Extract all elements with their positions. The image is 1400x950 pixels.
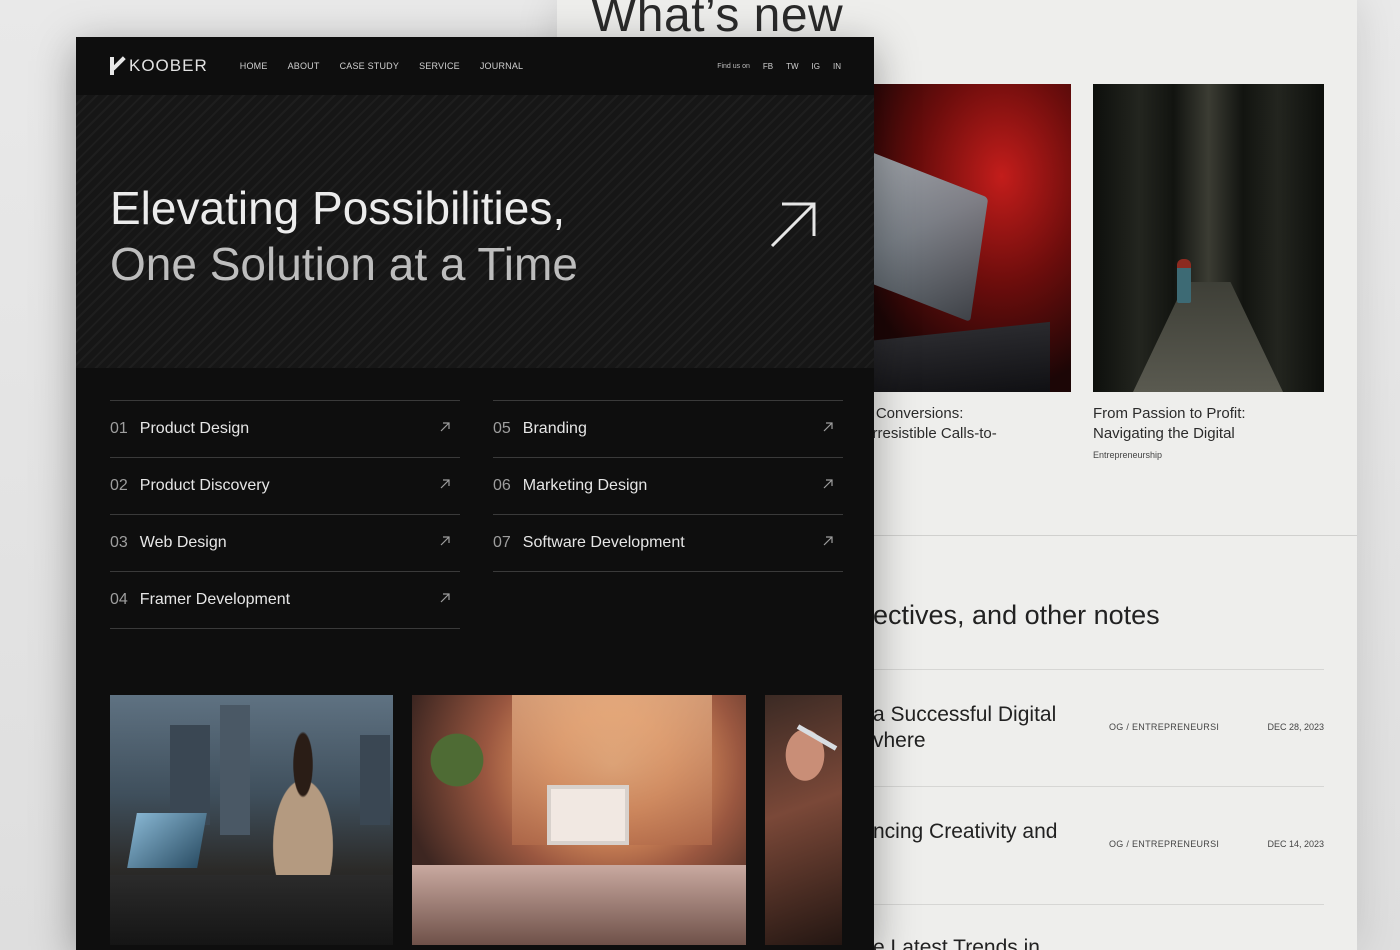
- find-us-label: Find us on: [717, 62, 750, 70]
- koober-logo-icon: [109, 57, 127, 75]
- arrow-up-right-icon: [440, 479, 450, 489]
- divider: [493, 571, 843, 572]
- blog-card-title[interactable]: From Passion to Profit: Navigating the D…: [1093, 404, 1324, 444]
- blog-card-image[interactable]: [1093, 84, 1324, 392]
- blog-card-title[interactable]: ks to Conversions: ting Irresistible Cal…: [840, 404, 1071, 444]
- nav-case-study[interactable]: CASE STUDY: [340, 61, 400, 71]
- arrow-up-right-icon: [440, 536, 450, 546]
- agency-homepage-preview: KOOBER HOME ABOUT CASE STUDY SERVICE JOU…: [76, 37, 874, 950]
- blog-card-category: ng: [840, 450, 1071, 460]
- gallery-image-office-woman[interactable]: [110, 695, 393, 945]
- service-item[interactable]: 07 Software Development: [493, 514, 843, 571]
- nav-about[interactable]: ABOUT: [288, 61, 320, 71]
- nav-home[interactable]: HOME: [240, 61, 268, 71]
- note-title[interactable]: e Latest Trends in: [873, 935, 1040, 950]
- service-item[interactable]: 02 Product Discovery: [110, 457, 460, 514]
- gallery-image-workspace-desk[interactable]: [412, 695, 746, 945]
- note-title[interactable]: a Successful Digital vhere: [873, 702, 1056, 754]
- arrow-up-right-icon: [440, 422, 450, 432]
- koober-logo[interactable]: KOOBER: [109, 56, 208, 76]
- arrow-up-right-icon[interactable]: [768, 200, 818, 250]
- social-in[interactable]: IN: [833, 62, 841, 71]
- arrow-up-right-icon: [823, 479, 833, 489]
- hero-title: Elevating Possibilities, One Solution at…: [110, 182, 578, 290]
- blog-card[interactable]: From Passion to Profit: Navigating the D…: [1093, 84, 1324, 460]
- arrow-up-right-icon: [823, 422, 833, 432]
- arrow-up-right-icon: [823, 536, 833, 546]
- service-item[interactable]: 06 Marketing Design: [493, 457, 843, 514]
- top-navigation: KOOBER HOME ABOUT CASE STUDY SERVICE JOU…: [76, 37, 874, 95]
- note-date: DEC 28, 2023: [1267, 722, 1324, 732]
- divider: [110, 628, 460, 629]
- blog-card-category: Entrepreneurship: [1093, 450, 1163, 460]
- note-category: OG / ENTREPRENEURSI: [1109, 839, 1220, 849]
- blog-card-image[interactable]: [840, 84, 1071, 392]
- blog-card[interactable]: ks to Conversions: ting Irresistible Cal…: [840, 84, 1071, 460]
- nav-journal[interactable]: JOURNAL: [480, 61, 523, 71]
- service-item[interactable]: 04 Framer Development: [110, 571, 460, 628]
- arrow-up-right-icon: [440, 593, 450, 603]
- service-item[interactable]: 03 Web Design: [110, 514, 460, 571]
- note-title[interactable]: ncing Creativity and: [873, 819, 1057, 845]
- nav-service[interactable]: SERVICE: [419, 61, 460, 71]
- gallery-image-hand-drawing[interactable]: [765, 695, 842, 945]
- social-tw[interactable]: TW: [786, 62, 798, 71]
- service-item[interactable]: 01 Product Design: [110, 400, 460, 457]
- note-date: DEC 14, 2023: [1267, 839, 1324, 849]
- note-category: OG / ENTREPRENEURSI: [1109, 722, 1220, 732]
- social-fb[interactable]: FB: [763, 62, 773, 71]
- hero-section: Elevating Possibilities, One Solution at…: [76, 95, 874, 368]
- social-ig[interactable]: IG: [812, 62, 820, 71]
- notes-heading: ectives, and other notes: [873, 600, 1160, 630]
- service-item[interactable]: 05 Branding: [493, 400, 843, 457]
